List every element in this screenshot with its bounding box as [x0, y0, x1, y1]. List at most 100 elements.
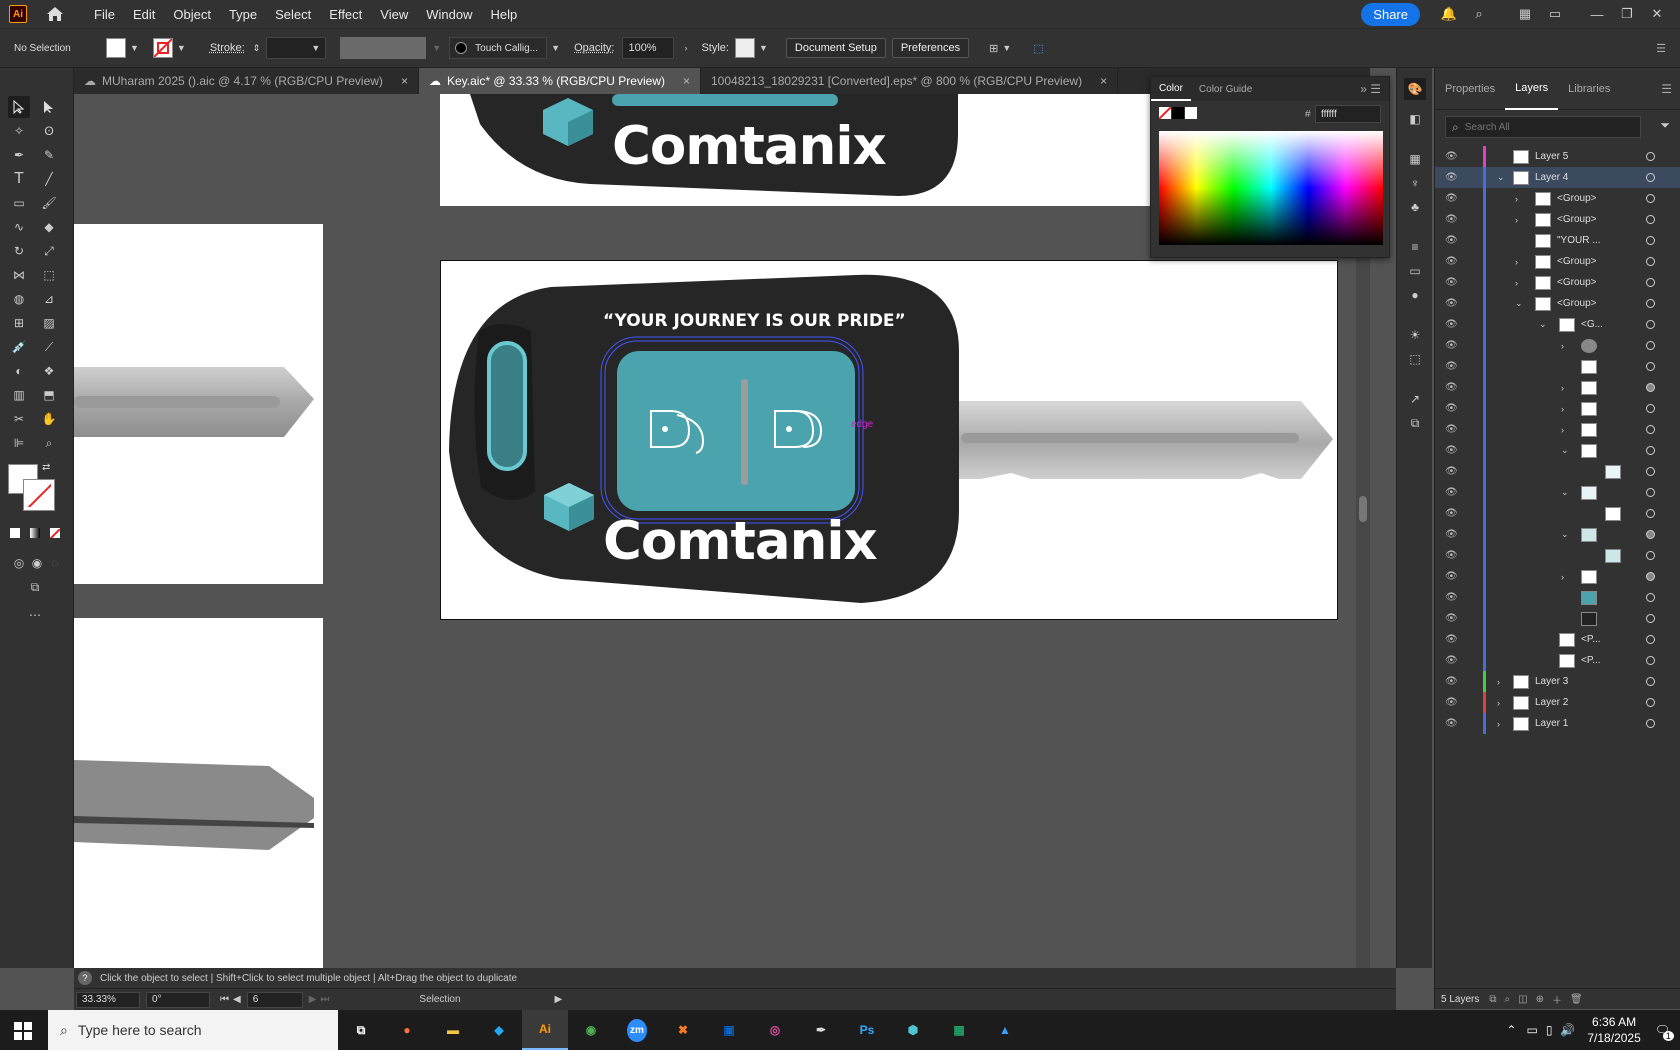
home-icon[interactable]	[45, 5, 65, 23]
eraser-icon[interactable]: ◆	[38, 216, 60, 238]
tray-chevron-icon[interactable]: ⌃	[1506, 1023, 1516, 1037]
layer-row[interactable]: 👁 <P...	[1435, 650, 1680, 671]
swap-colors-icon[interactable]: ⇄	[42, 462, 50, 473]
recolor-icon[interactable]: ⬚	[1033, 42, 1043, 55]
rectangle-tool-icon[interactable]: ▭	[8, 192, 30, 214]
filter-icon[interactable]: ⏷	[1660, 118, 1670, 133]
bell-icon[interactable]: 🔔	[1438, 6, 1460, 22]
restore-icon[interactable]: ❐	[1616, 6, 1638, 22]
creative-cloud-icon[interactable]: ◎	[752, 1010, 798, 1050]
layer-row[interactable]: 👁 › Layer 3	[1435, 671, 1680, 692]
locate-object-icon[interactable]: ⌕	[1505, 994, 1511, 1005]
chevron-down-icon[interactable]: ▼	[551, 43, 560, 53]
help-icon[interactable]: ?	[78, 971, 92, 985]
line-tool-icon[interactable]: ╱	[38, 168, 60, 190]
layer-row[interactable]: 👁 <P...	[1435, 629, 1680, 650]
network-icon[interactable]: ▭	[1526, 1023, 1537, 1037]
stroke-stepper[interactable]: ⇕	[253, 43, 261, 54]
outlook-icon[interactable]: ▣	[706, 1010, 752, 1050]
swatches-icon[interactable]: ▦	[1404, 148, 1426, 170]
layer-row[interactable]: 👁 Layer 5	[1435, 146, 1680, 167]
tab-color-guide[interactable]: Color Guide	[1191, 84, 1260, 95]
mesh-tool-icon[interactable]: ⊞	[8, 312, 30, 334]
scale-tool-icon[interactable]: ⤢	[38, 240, 60, 262]
export-icon[interactable]: ↗	[1404, 388, 1426, 410]
chevron-down-icon[interactable]: ▼	[130, 43, 139, 53]
selection-tool-icon[interactable]	[8, 96, 30, 118]
layer-row[interactable]: 👁	[1435, 608, 1680, 629]
layer-row[interactable]: 👁 › <Group>	[1435, 188, 1680, 209]
perspective-grid-icon[interactable]: ⊿	[38, 288, 60, 310]
opacity-label[interactable]: Opacity:	[574, 42, 614, 54]
variable-width-profile[interactable]	[340, 37, 427, 59]
fill-swatch[interactable]	[106, 38, 126, 58]
rotate-tool-icon[interactable]: ↻	[8, 240, 30, 262]
none-mode-icon[interactable]	[50, 528, 60, 538]
curvature-tool-icon[interactable]: ✎	[38, 144, 60, 166]
stroke-label[interactable]: Stroke:	[210, 42, 245, 54]
pen-tool-icon[interactable]: ✒	[8, 144, 30, 166]
chevron-down-icon[interactable]: ▼	[1002, 43, 1011, 53]
layer-row-selected[interactable]: 👁 ⌄ Layer 4	[1435, 167, 1680, 188]
panel-menu-icon[interactable]: ☰	[1661, 82, 1672, 96]
graph-tool-icon[interactable]: ▥	[8, 384, 30, 406]
color-spectrum[interactable]	[1159, 131, 1383, 245]
tab-converted-eps[interactable]: 10048213_18029231 [Converted].eps* @ 800…	[701, 68, 1119, 94]
gradient-icon[interactable]: ▭	[1404, 260, 1426, 282]
brush-definition[interactable]: Touch Callig...	[449, 37, 548, 59]
layer-row[interactable]: 👁 › <Group>	[1435, 251, 1680, 272]
free-transform-icon[interactable]: ⬚	[38, 264, 60, 286]
symbol-sprayer-icon[interactable]: ❖	[38, 360, 60, 382]
black-swatch[interactable]	[1172, 107, 1184, 119]
chevron-down-icon[interactable]: ▼	[177, 43, 186, 53]
gradient-tool-icon[interactable]: ▨	[38, 312, 60, 334]
zoom-app-icon[interactable]: zm	[614, 1010, 660, 1050]
shaper-tool-icon[interactable]: ∿	[8, 216, 30, 238]
chevron-right-icon[interactable]: ›	[684, 43, 687, 53]
shape-builder-icon[interactable]: ◍	[8, 288, 30, 310]
arrange-icon[interactable]: ▭	[1544, 6, 1566, 22]
panel-menu-icon[interactable]: ☰	[1656, 42, 1666, 55]
taskbar-search[interactable]: ⌕ Type here to search	[48, 1010, 338, 1050]
layer-row[interactable]: 👁 ›	[1435, 566, 1680, 587]
photoshop-icon[interactable]: Ps	[844, 1010, 890, 1050]
new-sublayer-icon[interactable]: ⊕	[1536, 994, 1544, 1005]
color-panel-icon[interactable]: 🎨	[1404, 78, 1426, 100]
layer-row[interactable]: 👁 › <Group>	[1435, 209, 1680, 230]
type-tool-icon[interactable]: T	[8, 168, 30, 190]
color-guide-icon[interactable]: ◧	[1404, 108, 1426, 130]
artboard-left-top[interactable]	[74, 224, 323, 584]
stroke-color-box[interactable]	[23, 479, 55, 511]
close-tab-icon[interactable]: ×	[1100, 74, 1107, 88]
document-setup-button[interactable]: Document Setup	[785, 38, 886, 58]
workspace-icon[interactable]: ▦	[1514, 6, 1536, 22]
layer-row[interactable]: 👁 "YOUR ...	[1435, 230, 1680, 251]
layer-row[interactable]: 👁	[1435, 587, 1680, 608]
more-tools-icon[interactable]: ⋯	[24, 604, 46, 626]
layer-row[interactable]: 👁 › <Group>	[1435, 272, 1680, 293]
layer-row[interactable]: 👁 ›	[1435, 419, 1680, 440]
artboards-icon[interactable]: ⧉	[1404, 412, 1426, 434]
windows-start-icon[interactable]	[14, 1022, 32, 1043]
menu-select[interactable]: Select	[266, 7, 320, 22]
layer-row[interactable]: 👁 ›	[1435, 377, 1680, 398]
stroke-weight-field[interactable]: ▼	[266, 37, 327, 59]
menu-help[interactable]: Help	[481, 7, 526, 22]
menu-edit[interactable]: Edit	[124, 7, 164, 22]
new-layer-icon[interactable]: ＋	[1552, 992, 1562, 1007]
menu-object[interactable]: Object	[164, 7, 220, 22]
zoom-tool-icon[interactable]: ⌕	[38, 432, 60, 454]
align-tool-icon[interactable]: ⊫	[8, 432, 30, 454]
appearance-icon[interactable]: ☀	[1404, 324, 1426, 346]
tab-properties[interactable]: Properties	[1435, 83, 1505, 95]
tab-key[interactable]: ☁ Key.aic* @ 33.33 % (RGB/CPU Preview) ×	[418, 68, 701, 94]
artboard-tool-icon[interactable]: ⬒	[38, 384, 60, 406]
layer-row[interactable]: 👁 ⌄	[1435, 482, 1680, 503]
task-view-icon[interactable]: ⧉	[338, 1010, 384, 1050]
width-tool-icon[interactable]: ⋈	[8, 264, 30, 286]
tab-muharam[interactable]: ☁ MUharam 2025 ().aic @ 4.17 % (RGB/CPU P…	[74, 68, 419, 94]
preferences-button[interactable]: Preferences	[891, 38, 970, 58]
symbols-icon[interactable]: ♣	[1404, 196, 1426, 218]
layer-row[interactable]: 👁 ›	[1435, 335, 1680, 356]
tab-color[interactable]: Color	[1151, 77, 1191, 101]
